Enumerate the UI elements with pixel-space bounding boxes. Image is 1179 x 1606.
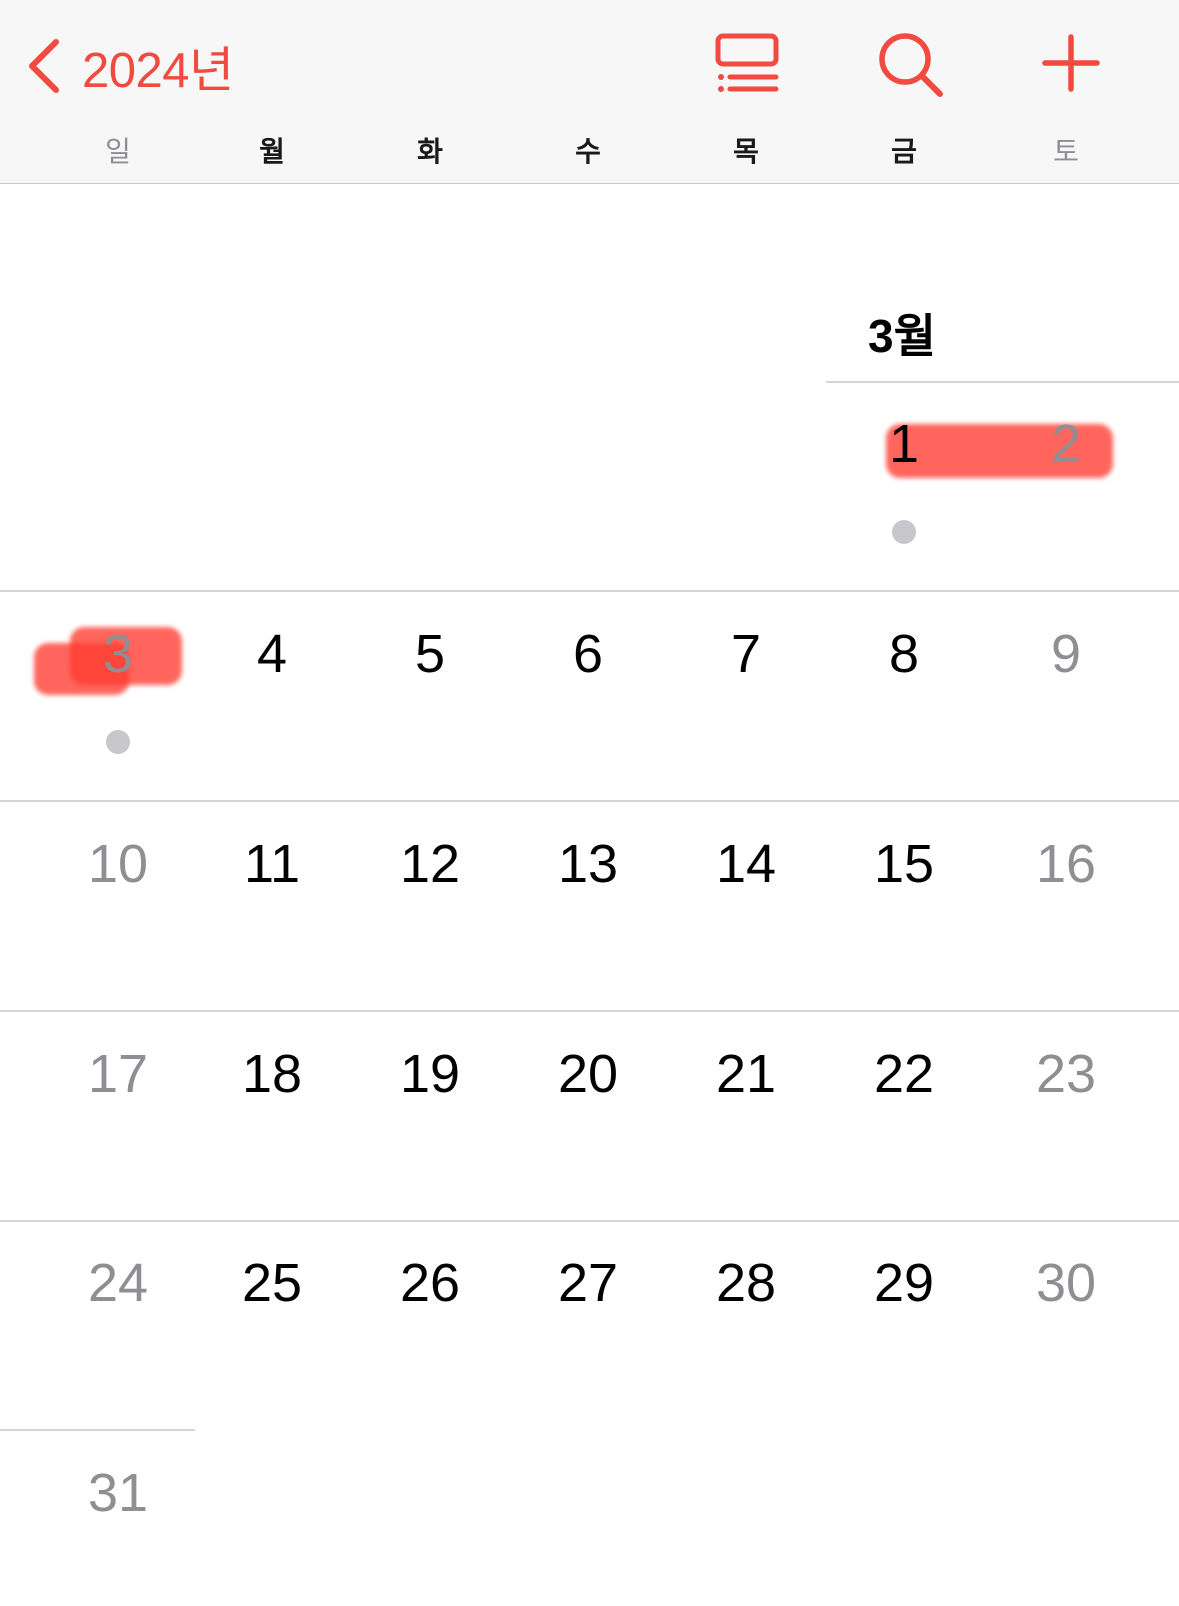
navigation-bar: 2024년 일 월 화 수 목 금 토 [0,0,1179,184]
weekday-mon: 월 [259,135,285,168]
back-to-year-button[interactable]: 2024년 [22,30,234,102]
day-cell[interactable]: 29 [844,1252,964,1314]
day-cell[interactable]: 13 [528,833,648,895]
day-cell[interactable]: 27 [528,1252,648,1314]
day-cell[interactable]: 24 [58,1252,178,1314]
day-cell[interactable]: 21 [686,1043,806,1105]
day-cell[interactable]: 1 [844,413,964,475]
day-cell[interactable]: 7 [686,623,806,685]
day-cell[interactable]: 16 [1006,833,1126,895]
day-cell[interactable]: 3 [58,623,178,685]
day-cell[interactable]: 11 [212,833,332,895]
weekday-tue: 화 [417,135,443,168]
day-cell[interactable]: 31 [58,1462,178,1524]
day-cell[interactable]: 30 [1006,1252,1126,1314]
search-icon [879,33,943,97]
weekday-sat: 토 [1053,135,1079,168]
weekday-wed: 수 [575,135,601,168]
day-cell[interactable]: 20 [528,1043,648,1105]
day-cell[interactable]: 28 [686,1252,806,1314]
day-cell[interactable]: 9 [1006,623,1126,685]
weekday-thu: 목 [733,135,759,168]
list-view-button[interactable] [712,30,782,100]
day-cell[interactable]: 8 [844,623,964,685]
event-dot [892,520,916,544]
day-cell[interactable]: 26 [370,1252,490,1314]
weekday-sun: 일 [105,135,131,168]
day-cell[interactable]: 18 [212,1043,332,1105]
week-divider [0,800,1179,802]
plus-icon [1042,34,1100,92]
day-cell[interactable]: 23 [1006,1043,1126,1105]
day-cell[interactable]: 22 [844,1043,964,1105]
day-cell[interactable]: 10 [58,833,178,895]
weekday-fri: 금 [891,135,917,168]
day-cell[interactable]: 5 [370,623,490,685]
search-button[interactable] [876,30,946,104]
day-cell[interactable]: 12 [370,833,490,895]
week-divider [0,1429,195,1431]
day-cell[interactable]: 2 [1006,413,1126,475]
day-cell[interactable]: 17 [58,1043,178,1105]
day-cell[interactable]: 6 [528,623,648,685]
list-view-icon [715,33,779,92]
week-divider [0,1220,1179,1222]
day-cell[interactable]: 25 [212,1252,332,1314]
chevron-left-icon [29,39,59,93]
back-label: 2024년 [82,43,234,98]
event-dot [106,730,130,754]
month-title-divider [826,381,1179,383]
week-divider [0,590,1179,592]
day-cell[interactable]: 4 [212,623,332,685]
day-cell[interactable]: 14 [686,833,806,895]
day-cell[interactable]: 15 [844,833,964,895]
add-event-button[interactable] [1040,32,1102,98]
day-cell[interactable]: 19 [370,1043,490,1105]
weekday-header: 일 월 화 수 목 금 토 [0,130,1179,180]
week-divider [0,1010,1179,1012]
month-title: 3월 [868,310,936,362]
